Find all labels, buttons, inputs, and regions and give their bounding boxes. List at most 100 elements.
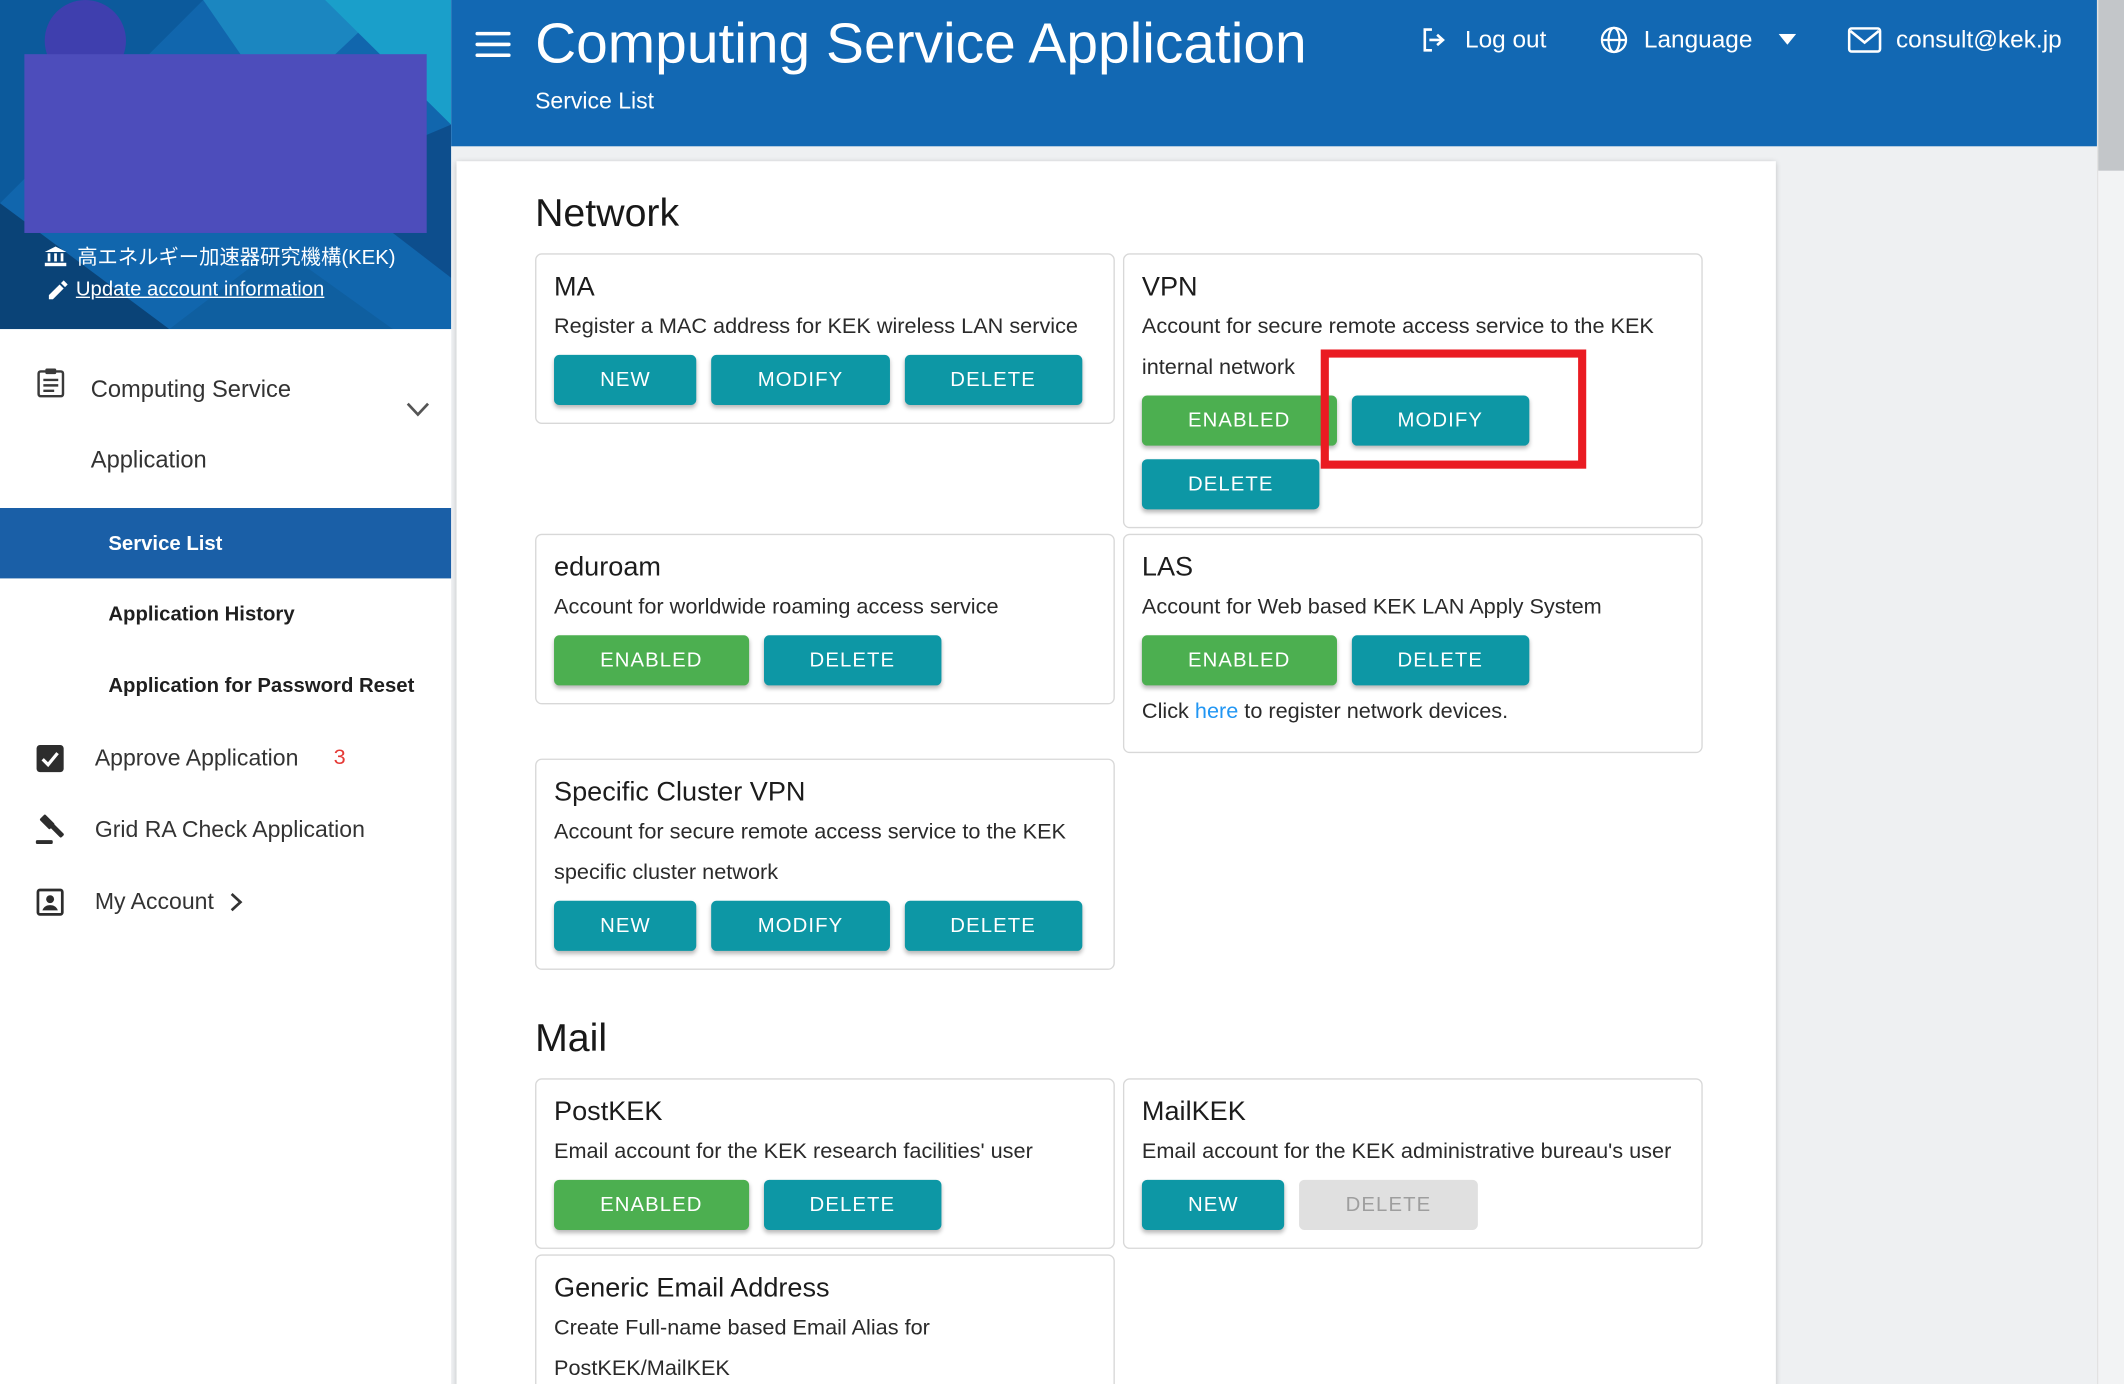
cluster-vpn-delete-button[interactable]: DELETE (904, 901, 1082, 951)
section-heading-mail: Mail (535, 1016, 1703, 1062)
organization-name: 高エネルギー加速器研究機構(KEK) (77, 242, 395, 270)
sidebar-item-application-history[interactable]: Application History (0, 578, 451, 648)
building-icon (45, 247, 67, 267)
vpn-modify-button[interactable]: MODIFY (1351, 396, 1529, 446)
service-card-las: LAS Account for Web based KEK LAN Apply … (1123, 534, 1703, 753)
sidebar-item-approve-application[interactable]: Approve Application 3 (0, 722, 451, 794)
card-buttons: ENABLED DELETE (554, 1180, 1096, 1244)
eduroam-enabled-button[interactable]: ENABLED (554, 635, 749, 685)
service-card-postkek: PostKEK Email account for the KEK resear… (535, 1078, 1115, 1249)
mailkek-delete-button-disabled: DELETE (1300, 1180, 1478, 1230)
page-title: Computing Service Application (535, 9, 1307, 77)
sidebar-group-label: Computing Service Application (91, 354, 342, 495)
service-card-ma: MA Register a MAC address for KEK wirele… (535, 253, 1115, 424)
postkek-delete-button[interactable]: DELETE (764, 1180, 942, 1230)
las-register-note: Click here to register network devices. (1142, 696, 1684, 729)
eduroam-delete-button[interactable]: DELETE (764, 635, 942, 685)
content-area: Network MA Register a MAC address for KE… (451, 146, 2097, 1384)
logout-button[interactable]: Log out (1419, 24, 1546, 55)
update-account-row[interactable]: Update account information (49, 278, 325, 301)
service-card-vpn: VPN Account for secure remote access ser… (1123, 253, 1703, 528)
computing-service-application: 高エネルギー加速器研究機構(KEK) Update account inform… (0, 0, 2124, 1384)
network-cards-grid: MA Register a MAC address for KEK wirele… (535, 253, 1703, 970)
postkek-enabled-button[interactable]: ENABLED (554, 1180, 749, 1230)
mail-cards-grid: PostKEK Email account for the KEK resear… (535, 1078, 1703, 1384)
account-box-icon (35, 887, 68, 917)
card-title: MailKEK (1142, 1096, 1684, 1129)
menu-button[interactable] (475, 31, 510, 58)
header-titles: Computing Service Application Service Li… (535, 9, 1307, 115)
breadcrumb: Service List (535, 88, 1307, 115)
sidebar-item-label: Service List (108, 532, 222, 555)
top-header-bar: Computing Service Application Service Li… (451, 0, 2097, 146)
service-card-mailkek: MailKEK Email account for the KEK admini… (1123, 1078, 1703, 1249)
card-title: MA (554, 271, 1096, 304)
logout-icon (1419, 24, 1450, 55)
chevron-down-icon (406, 400, 429, 424)
language-dropdown[interactable]: Language (1598, 24, 1796, 55)
card-title: LAS (1142, 551, 1684, 584)
card-title: Generic Email Address (554, 1272, 1096, 1305)
sidebar-item-application-for-password-reset[interactable]: Application for Password Reset (0, 649, 451, 722)
card-description: Account for Web based KEK LAN Apply Syst… (1142, 588, 1684, 629)
mailkek-new-button[interactable]: NEW (1142, 1180, 1285, 1230)
caret-down-icon (1778, 34, 1796, 45)
gavel-icon (35, 814, 68, 845)
card-title: VPN (1142, 271, 1684, 304)
contact-email[interactable]: consult@kek.jp (1847, 25, 2061, 53)
card-description: Email account for the KEK administrative… (1142, 1132, 1684, 1173)
card-title: eduroam (554, 551, 1096, 584)
sidebar-item-label: Grid RA Check Application (95, 816, 365, 843)
service-card-specific-cluster-vpn: Specific Cluster VPN Account for secure … (535, 759, 1115, 970)
vertical-scrollbar[interactable] (2097, 0, 2124, 1384)
las-enabled-button[interactable]: ENABLED (1142, 635, 1337, 685)
section-heading-network: Network (535, 191, 1703, 237)
card-buttons: ENABLED DELETE (1142, 635, 1684, 688)
cluster-vpn-modify-button[interactable]: MODIFY (712, 901, 890, 951)
sidebar-menu: Computing Service Application Service Li… (0, 329, 451, 937)
scaled-stage: 高エネルギー加速器研究機構(KEK) Update account inform… (0, 0, 2124, 1384)
here-link[interactable]: here (1195, 700, 1238, 723)
cluster-vpn-new-button[interactable]: NEW (554, 901, 697, 951)
organization-row: 高エネルギー加速器研究機構(KEK) (45, 242, 396, 270)
chevron-right-icon (230, 892, 242, 911)
vpn-enabled-button[interactable]: ENABLED (1142, 396, 1337, 446)
card-buttons: NEW DELETE (1142, 1180, 1684, 1244)
sidebar-group-computing-service-application[interactable]: Computing Service Application (0, 329, 451, 508)
card-description: Register a MAC address for KEK wireless … (554, 307, 1096, 348)
card-title: Specific Cluster VPN (554, 776, 1096, 809)
ma-modify-button[interactable]: MODIFY (712, 355, 890, 405)
clipboard-icon (37, 367, 65, 494)
screenshot-viewport: 高エネルギー加速器研究機構(KEK) Update account inform… (0, 0, 2124, 1384)
update-account-link[interactable]: Update account information (76, 278, 325, 301)
language-label: Language (1644, 25, 1752, 53)
note-text: Click (1142, 700, 1195, 723)
card-description: Account for secure remote access service… (554, 813, 1096, 894)
hamburger-icon (475, 31, 510, 58)
card-description: Create Full-name based Email Alias for P… (554, 1309, 1096, 1384)
service-list-panel: Network MA Register a MAC address for KE… (456, 161, 1775, 1384)
sidebar-item-label: Application for Password Reset (108, 674, 414, 697)
header-actions: Log out Language consult@kek.jp (1419, 0, 2062, 79)
card-title: PostKEK (554, 1096, 1096, 1129)
sidebar-item-label: Approve Application (95, 744, 299, 771)
vpn-delete-button[interactable]: DELETE (1142, 459, 1320, 509)
las-delete-button[interactable]: DELETE (1351, 635, 1529, 685)
pencil-icon (49, 280, 68, 299)
ma-new-button[interactable]: NEW (554, 355, 697, 405)
logout-label: Log out (1465, 25, 1546, 53)
service-card-eduroam: eduroam Account for worldwide roaming ac… (535, 534, 1115, 705)
service-card-generic-email-address: Generic Email Address Create Full-name b… (535, 1254, 1115, 1384)
card-buttons: NEW MODIFY DELETE (554, 901, 1096, 965)
sidebar-item-label: My Account (95, 888, 214, 915)
sidebar-item-service-list[interactable]: Service List (0, 508, 451, 578)
sidebar-item-grid-ra-check-application[interactable]: Grid RA Check Application (0, 794, 451, 866)
mail-icon (1847, 26, 1881, 52)
sidebar-item-my-account[interactable]: My Account (0, 866, 451, 938)
organization-logo (24, 54, 426, 233)
scrollbar-thumb[interactable] (2098, 0, 2124, 171)
note-text: to register network devices. (1238, 700, 1508, 723)
card-description: Account for secure remote access service… (1142, 307, 1684, 388)
sidebar-item-label: Application History (108, 602, 294, 625)
ma-delete-button[interactable]: DELETE (904, 355, 1082, 405)
